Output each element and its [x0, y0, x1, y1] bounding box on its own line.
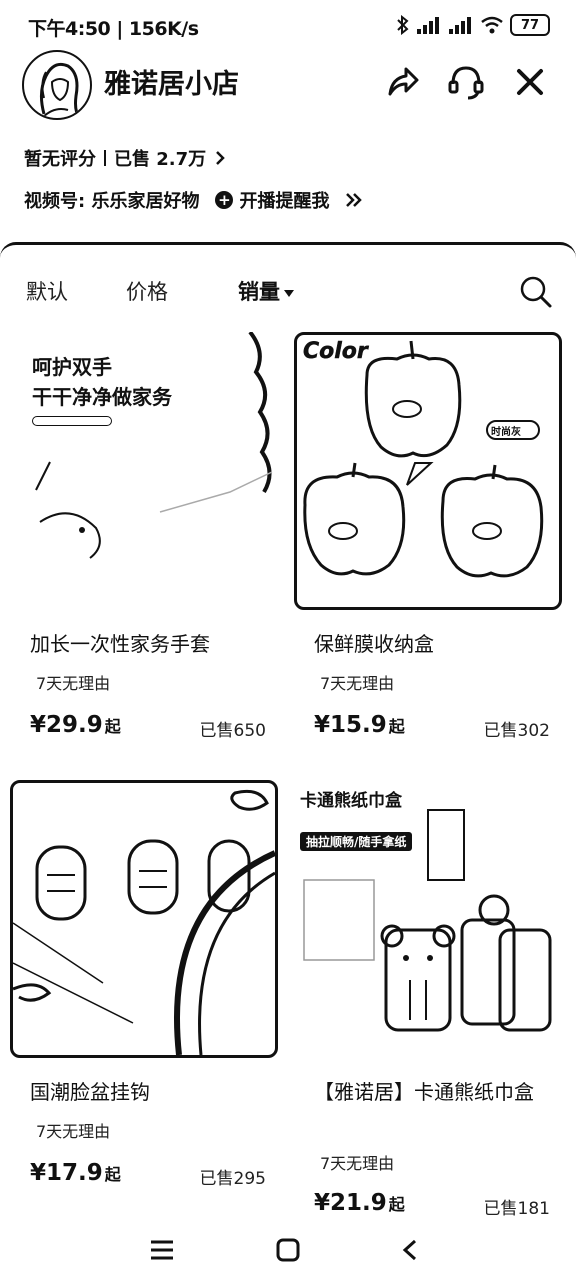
menu-icon [151, 1240, 173, 1260]
product-sold: 已售650 [199, 721, 266, 741]
sort-sales[interactable]: 销量 [238, 276, 294, 306]
share-icon [388, 67, 419, 96]
status-time-speed: 下午4:50 | 156K/s [28, 18, 199, 40]
live-remind-button[interactable]: + 开播提醒我 [211, 186, 333, 214]
shop-channel-link[interactable]: 视频号: 乐乐家居好物 [24, 187, 199, 213]
product-tag: 7天无理由 [320, 1154, 395, 1173]
caret-down-icon [284, 289, 294, 297]
price-value: ¥21.9 [314, 1190, 387, 1216]
shop-sold-count: 已售 2.7万 [114, 149, 207, 170]
product-card[interactable]: 呵护双手 干干净净做家务 加长一次性家务手套 7天无理由 ¥29.9 起 已售65… [10, 332, 278, 752]
avatar-portrait-icon [39, 62, 82, 118]
price-value: ¥29.9 [30, 712, 103, 738]
sort-price[interactable]: 价格 [126, 276, 168, 306]
shop-avatar[interactable] [22, 50, 92, 120]
sort-bar: 默认 价格 销量 [0, 270, 576, 314]
product-image[interactable] [10, 780, 278, 1058]
shop-name: 雅诺居小店 [104, 69, 239, 100]
shop-header: 下午4:50 | 156K/s 77 雅诺居小店 暂无评分 已售 2.7万 视频… [0, 0, 576, 248]
product-price: ¥29.9 起 [30, 712, 121, 738]
product-price: ¥21.9 起 [314, 1190, 405, 1216]
signal-icon [417, 17, 439, 34]
status-bar: 下午4:50 | 156K/s 77 [0, 0, 576, 52]
search-icon[interactable] [518, 274, 554, 310]
shop-rating: 暂无评分 [24, 149, 96, 170]
wifi-icon [481, 16, 503, 34]
product-tag: 7天无理由 [36, 1122, 111, 1141]
price-value: ¥17.9 [30, 1160, 103, 1186]
product-image[interactable]: 卡通熊纸巾盒 抽拉顺畅/随手拿纸 [294, 780, 562, 1058]
product-sold: 已售302 [483, 721, 550, 741]
price-suffix: 起 [104, 1165, 121, 1184]
product-tag: 7天无理由 [36, 674, 111, 693]
bluetooth-icon [397, 15, 409, 35]
product-image[interactable]: 呵护双手 干干净净做家务 [10, 332, 278, 610]
back-button[interactable] [390, 1230, 430, 1270]
product-card[interactable]: 国潮脸盆挂钩 7天无理由 ¥17.9 起 已售295 [10, 780, 278, 1200]
hook-illustration-icon [13, 789, 275, 1055]
price-suffix: 起 [388, 1195, 405, 1214]
home-icon [276, 1238, 300, 1262]
product-title[interactable]: 加长一次性家务手套 [30, 628, 270, 660]
bear-tissue-box-illustration-icon [303, 809, 552, 1032]
glove-illustration-icon [35, 332, 273, 559]
product-title[interactable]: 保鲜膜收纳盒 [314, 628, 554, 660]
system-nav-bar [0, 1222, 576, 1280]
double-chevron-right-icon[interactable] [345, 192, 363, 208]
back-icon [402, 1239, 417, 1261]
chevron-right-icon [216, 151, 225, 165]
product-price: ¥15.9 起 [314, 712, 405, 738]
sort-default[interactable]: 默认 [26, 276, 68, 306]
customer-service-button[interactable] [444, 60, 488, 104]
home-button[interactable] [268, 1230, 308, 1270]
thumb-color-label: 时尚灰 [491, 427, 521, 438]
customer-service-icon [448, 66, 484, 100]
shop-title-bar: 雅诺居小店 [0, 46, 576, 120]
price-value: ¥15.9 [314, 712, 387, 738]
apple-box-illustration-icon [303, 340, 544, 578]
product-price: ¥17.9 起 [30, 1160, 121, 1186]
product-title[interactable]: 国潮脸盆挂钩 [30, 1076, 270, 1108]
product-image[interactable]: Color 时尚灰 [294, 332, 562, 610]
status-icons: 77 [396, 14, 550, 36]
share-button[interactable] [380, 60, 424, 104]
menu-button[interactable] [142, 1230, 182, 1270]
product-sold: 已售295 [199, 1169, 266, 1189]
product-tag: 7天无理由 [320, 674, 395, 693]
sort-sales-label: 销量 [238, 280, 280, 304]
shop-stats[interactable]: 暂无评分 已售 2.7万 [24, 145, 226, 171]
product-card[interactable]: 卡通熊纸巾盒 抽拉顺畅/随手拿纸 【雅诺居】卡通熊纸巾盒 7天无理由 ¥21.9… [294, 780, 562, 1220]
signal-icon-2 [449, 17, 471, 34]
close-icon [517, 69, 543, 95]
product-title[interactable]: 【雅诺居】卡通熊纸巾盒 [314, 1076, 554, 1108]
divider [104, 150, 106, 166]
price-suffix: 起 [388, 717, 405, 736]
price-suffix: 起 [104, 717, 121, 736]
plus-icon: + [215, 191, 234, 209]
product-sold: 已售181 [483, 1199, 550, 1219]
close-button[interactable] [508, 60, 552, 104]
product-card[interactable]: Color 时尚灰 保鲜膜收纳盒 7天无理由 ¥15.9 起 已售302 [294, 332, 562, 752]
live-remind-label: 开播提醒我 [239, 191, 330, 212]
shop-channel-row: 视频号: 乐乐家居好物 + 开播提醒我 [24, 186, 363, 214]
battery-icon: 77 [510, 14, 550, 36]
